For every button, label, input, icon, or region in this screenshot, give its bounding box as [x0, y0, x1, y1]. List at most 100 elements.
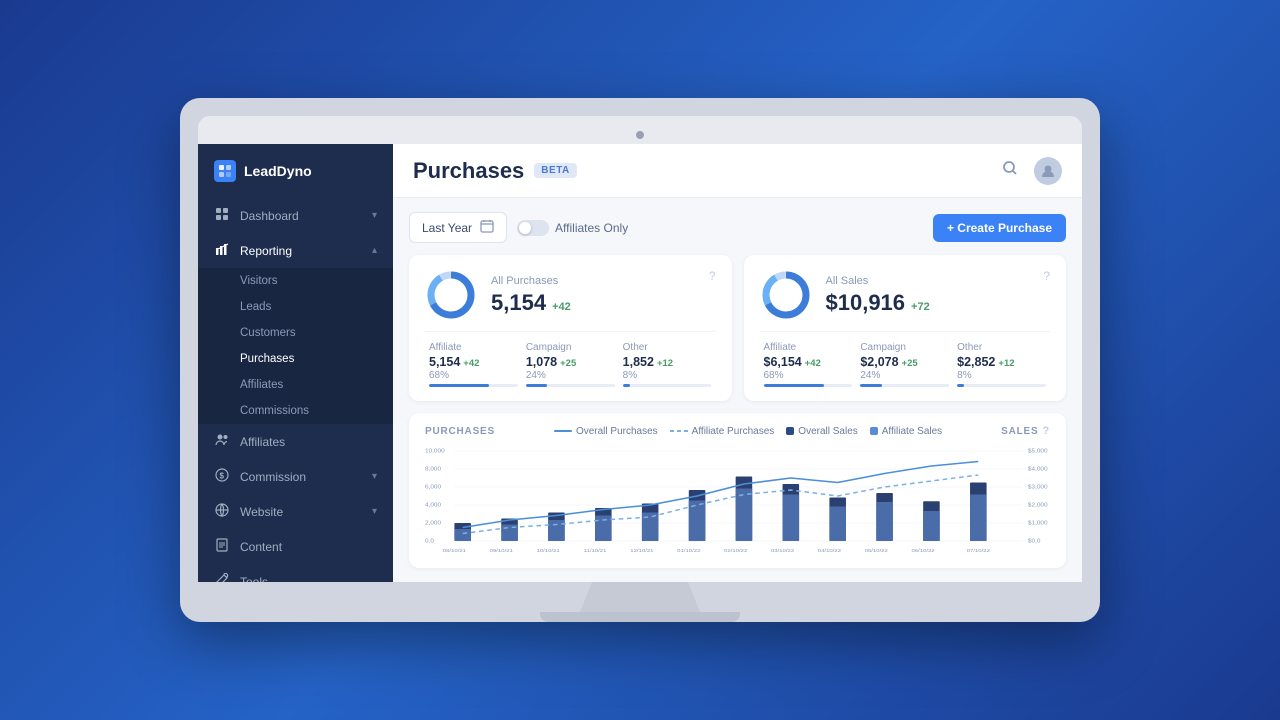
sidebar-item-content[interactable]: Content — [198, 529, 393, 564]
sidebar-item-label-content: Content — [240, 540, 377, 554]
svg-text:0,0: 0,0 — [425, 539, 435, 544]
date-range-selector[interactable]: Last Year — [409, 212, 507, 243]
svg-text:06/10/22: 06/10/22 — [912, 549, 935, 554]
sales-affiliate: Affiliate $6,154 +42 68% — [760, 342, 857, 387]
filter-left: Last Year — [409, 212, 628, 243]
sidebar-item-reporting[interactable]: Reporting ▴ — [198, 233, 393, 268]
calendar-icon — [480, 219, 494, 236]
reporting-submenu: Visitors Leads Customers Purchases Affil… — [198, 268, 393, 424]
avatar[interactable] — [1034, 157, 1062, 185]
sales-card-top: All Sales $10,916 +72 ? — [760, 269, 1051, 321]
svg-text:$4,000: $4,000 — [1028, 467, 1048, 472]
sidebar-item-affiliates[interactable]: Affiliates — [198, 424, 393, 459]
sidebar-navigation: Dashboard ▾ Reporting ▴ — [198, 194, 393, 582]
chart-legend: Overall Purchases Affiliate Purchases Ov… — [554, 426, 942, 437]
stats-row: All Purchases 5,154 +42 ? — [409, 255, 1066, 401]
topbar-actions — [998, 156, 1062, 185]
purchases-campaign: Campaign 1,078 +25 24% — [522, 342, 619, 387]
create-purchase-button[interactable]: + Create Purchase — [933, 214, 1066, 242]
svg-text:04/10/22: 04/10/22 — [818, 549, 841, 554]
svg-text:12/10/21: 12/10/21 — [630, 549, 653, 554]
sidebar: LeadDyno Dashboard ▾ — [198, 144, 393, 582]
svg-text:07/10/22: 07/10/22 — [967, 549, 990, 554]
svg-text:03/10/22: 03/10/22 — [771, 549, 794, 554]
purchases-card-main: All Purchases 5,154 +42 — [425, 269, 571, 321]
affiliates-only-toggle[interactable] — [517, 220, 549, 236]
svg-text:09/10/21: 09/10/21 — [490, 549, 513, 554]
sidebar-item-leads[interactable]: Leads — [198, 294, 393, 320]
svg-text:6,000: 6,000 — [425, 485, 442, 490]
sidebar-item-visitors[interactable]: Visitors — [198, 268, 393, 294]
svg-text:01/10/22: 01/10/22 — [677, 549, 700, 554]
legend-overall-sales: Overall Sales — [786, 426, 857, 437]
purchases-donut — [425, 269, 477, 321]
page-title-wrap: Purchases BETA — [413, 158, 577, 184]
main-content: Purchases BETA — [393, 144, 1082, 582]
logo-text: LeadDyno — [244, 163, 312, 179]
sidebar-item-website[interactable]: Website ▾ — [198, 494, 393, 529]
commission-icon: $ — [214, 468, 230, 485]
sales-delta: +72 — [911, 301, 930, 313]
monitor-bezel-top — [198, 116, 1082, 144]
legend-overall-purchases-line — [554, 430, 572, 432]
sidebar-item-commission[interactable]: $ Commission ▾ — [198, 459, 393, 494]
content-area: Last Year — [393, 198, 1082, 582]
sales-label: All Sales — [826, 275, 930, 287]
sidebar-item-dashboard[interactable]: Dashboard ▾ — [198, 198, 393, 233]
purchases-breakdown: Affiliate 5,154 +42 68% — [425, 331, 716, 387]
svg-text:08/10/21: 08/10/21 — [443, 549, 466, 554]
chart-purchases-label: PURCHASES — [425, 426, 495, 437]
sales-campaign: Campaign $2,078 +25 24% — [856, 342, 953, 387]
monitor-base — [540, 612, 740, 622]
legend-overall-purchases: Overall Purchases — [554, 426, 658, 437]
chevron-down-icon-2: ▾ — [372, 471, 377, 482]
svg-text:11/10/21: 11/10/21 — [584, 549, 607, 554]
sidebar-item-tools[interactable]: Tools — [198, 564, 393, 582]
reporting-icon — [214, 242, 230, 259]
sidebar-item-customers[interactable]: Customers — [198, 320, 393, 346]
svg-text:10/10/21: 10/10/21 — [537, 549, 560, 554]
topbar: Purchases BETA — [393, 144, 1082, 198]
sidebar-item-label-website: Website — [240, 505, 362, 519]
sales-donut — [760, 269, 812, 321]
svg-text:$3,000: $3,000 — [1028, 485, 1048, 490]
sidebar-item-affiliates-sub[interactable]: Affiliates — [198, 372, 393, 398]
svg-text:10,000: 10,000 — [425, 449, 445, 454]
purchases-info-icon[interactable]: ? — [709, 269, 716, 283]
svg-text:$1,000: $1,000 — [1028, 521, 1048, 526]
sidebar-item-label-tools: Tools — [240, 575, 377, 583]
sales-info-icon-chart[interactable]: ? — [1042, 425, 1050, 437]
purchases-stat-info: All Purchases 5,154 +42 — [491, 275, 571, 316]
monitor-camera — [636, 131, 644, 139]
monitor: LeadDyno Dashboard ▾ — [180, 98, 1100, 622]
content-icon — [214, 538, 230, 555]
svg-text:$0,0: $0,0 — [1028, 539, 1041, 544]
sidebar-item-label-dashboard: Dashboard — [240, 209, 362, 223]
sales-card-main: All Sales $10,916 +72 — [760, 269, 930, 321]
sidebar-item-purchases[interactable]: Purchases — [198, 346, 393, 372]
monitor-stand — [580, 582, 700, 612]
sidebar-item-label-commission: Commission — [240, 470, 362, 484]
purchases-affiliate: Affiliate 5,154 +42 68% — [425, 342, 522, 387]
sidebar-item-commissions[interactable]: Commissions — [198, 398, 393, 424]
legend-overall-sales-dot — [786, 427, 794, 435]
purchases-delta: +42 — [552, 301, 571, 313]
legend-affiliate-purchases: Affiliate Purchases — [670, 426, 775, 437]
affiliates-only-label: Affiliates Only — [555, 221, 628, 235]
affiliates-only-toggle-wrap: Affiliates Only — [517, 220, 628, 236]
filter-bar: Last Year — [409, 212, 1066, 243]
svg-text:$: $ — [220, 472, 225, 481]
svg-text:02/10/22: 02/10/22 — [724, 549, 747, 554]
purchases-other: Other 1,852 +12 8% — [619, 342, 716, 387]
svg-text:8,000: 8,000 — [425, 467, 442, 472]
chart-header: PURCHASES Overall Purchases Affiliate Pu… — [425, 425, 1050, 437]
search-button[interactable] — [998, 156, 1022, 185]
sales-value: $10,916 +72 — [826, 290, 930, 316]
purchases-card-top: All Purchases 5,154 +42 ? — [425, 269, 716, 321]
chart-body: 10,000 8,000 6,000 4,000 2,000 0,0 — [425, 445, 1050, 556]
sales-stat-info: All Sales $10,916 +72 — [826, 275, 930, 316]
legend-affiliate-sales-dot — [870, 427, 878, 435]
svg-text:2,000: 2,000 — [425, 521, 442, 526]
sales-info-icon[interactable]: ? — [1043, 269, 1050, 283]
svg-text:4,000: 4,000 — [425, 503, 442, 508]
